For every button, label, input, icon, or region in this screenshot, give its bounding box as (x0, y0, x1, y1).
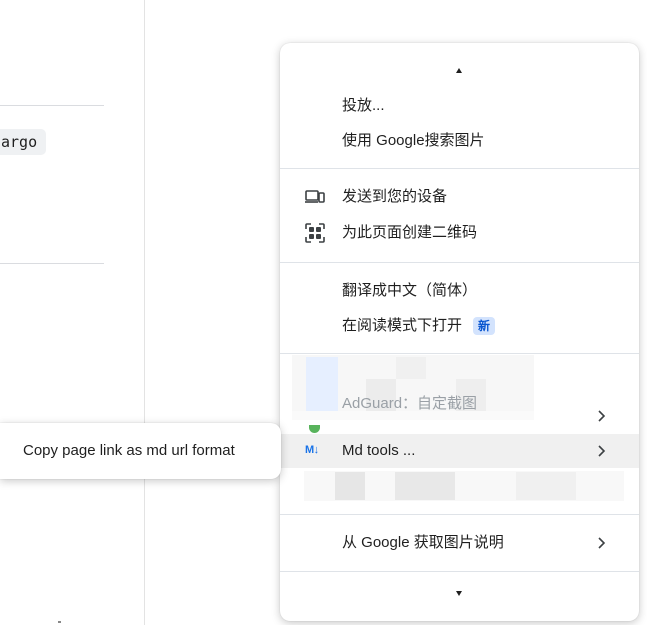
menu-item-send-to-devices[interactable]: 发送到您的设备 (280, 180, 639, 214)
menu-item-label: 在阅读模式下打开 (342, 317, 463, 334)
markdown-icon: M↓ (305, 444, 319, 456)
context-menu: 投放... 使用 Google搜索图片 发送到您的设备 为此页面创建二维码 翻译… (280, 43, 639, 621)
menu-separator (280, 168, 639, 169)
menu-item-label: 从 Google 获取图片说明 (342, 534, 504, 551)
qr-code-icon (304, 223, 326, 243)
menu-item-create-qr-code[interactable]: 为此页面创建二维码 (280, 216, 639, 250)
menu-item-label: 发送到您的设备 (342, 188, 448, 205)
caret-down-icon (456, 591, 462, 596)
menu-separator (280, 571, 639, 572)
menu-separator (280, 514, 639, 515)
menu-item-search-image-google[interactable]: 使用 Google搜索图片 (280, 124, 639, 158)
redacted-block (396, 357, 426, 379)
page-divider-top (0, 105, 104, 106)
menu-item-label: Md tools ... (342, 442, 416, 459)
devices-icon (304, 187, 326, 207)
page-divider-bottom (0, 263, 104, 264)
scroll-up-button[interactable] (280, 57, 639, 87)
browser-page: argo 投放... 使用 Google搜索图片 发送到您的设备 为此页面创建二… (0, 0, 647, 625)
chevron-right-icon (596, 444, 608, 458)
new-badge: 新 (473, 317, 496, 335)
menu-item-label: 投放... (342, 97, 385, 114)
menu-item-label: 使用 Google搜索图片 (342, 132, 485, 149)
menu-separator (280, 353, 639, 354)
redacted-strip (292, 411, 534, 420)
chevron-right-icon (596, 536, 608, 550)
menu-item-cast[interactable]: 投放... (280, 89, 639, 123)
menu-item-translate[interactable]: 翻译成中文（简体） (280, 274, 639, 308)
adguard-icon (309, 425, 320, 433)
scroll-down-button[interactable] (280, 578, 639, 608)
page-column-divider (144, 0, 145, 625)
menu-item-image-description[interactable]: 从 Google 获取图片说明 (280, 526, 639, 560)
menu-item-md-tools[interactable]: M↓ Md tools ... (280, 434, 639, 468)
menu-item-label: 翻译成中文（简体） (342, 282, 478, 299)
redacted-block (516, 472, 576, 500)
caret-up-icon (456, 68, 462, 73)
menu-item-label: 为此页面创建二维码 (342, 224, 478, 241)
menu-separator (280, 262, 639, 263)
submenu-item-copy-md-link[interactable]: Copy page link as md url format (23, 434, 235, 468)
inline-code-snippet: argo (0, 129, 46, 155)
redacted-block (395, 472, 455, 500)
chevron-right-icon (596, 409, 608, 423)
page-fragment (58, 621, 61, 623)
md-tools-submenu: Copy page link as md url format (0, 423, 281, 479)
menu-item-reading-mode[interactable]: 在阅读模式下打开 新 (280, 309, 639, 343)
redacted-block (335, 472, 365, 500)
